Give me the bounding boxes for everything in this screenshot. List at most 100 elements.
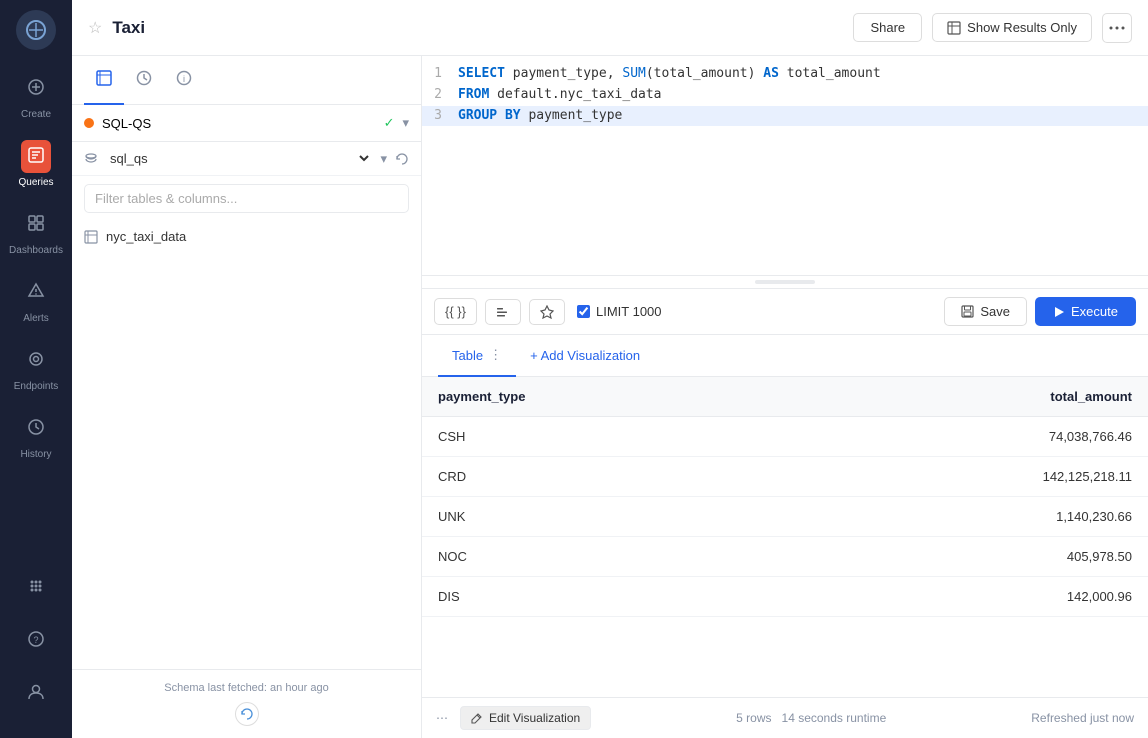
- schema-refresh-icon[interactable]: [395, 152, 409, 166]
- nav-dashboards-label: Dashboards: [9, 245, 63, 256]
- nav-item-history[interactable]: History: [6, 404, 66, 468]
- show-results-button[interactable]: Show Results Only: [932, 13, 1092, 42]
- table-item-nyc-taxi[interactable]: nyc_taxi_data: [72, 221, 421, 252]
- format-icon: [496, 305, 510, 319]
- cell-payment-type: CRD: [422, 457, 782, 497]
- auto-icon: [540, 305, 554, 319]
- more-options-button[interactable]: [1102, 13, 1132, 43]
- edit-icon: [471, 712, 483, 724]
- sidebar-tab-history[interactable]: [124, 56, 164, 105]
- refreshed-time: Refreshed just now: [1031, 711, 1134, 725]
- nav-item-queries[interactable]: Queries: [6, 132, 66, 196]
- add-visualization-tab[interactable]: + Add Visualization: [516, 336, 654, 375]
- results-table[interactable]: payment_type total_amount CSH74,038,766.…: [422, 377, 1148, 697]
- nav-create-label: Create: [21, 109, 51, 120]
- execute-icon: [1053, 306, 1065, 318]
- results-tabs: Table ⋮ + Add Visualization: [422, 335, 1148, 377]
- col-header-total-amount: total_amount: [782, 377, 1148, 417]
- help-icon: ?: [21, 624, 51, 657]
- nav-endpoints-label: Endpoints: [14, 381, 58, 392]
- editor-panel[interactable]: 1 SELECT payment_type, SUM(total_amount)…: [422, 56, 1148, 276]
- col-header-payment-type: payment_type: [422, 377, 782, 417]
- nav-item-user[interactable]: [6, 669, 66, 718]
- drag-handle[interactable]: [422, 276, 1148, 289]
- footer-more-icon[interactable]: ⋯: [436, 711, 448, 725]
- svg-text:?: ?: [33, 635, 38, 645]
- table-row: CRD142,125,218.11: [422, 457, 1148, 497]
- editor-content: 1 SELECT payment_type, SUM(total_amount)…: [422, 56, 1148, 134]
- history-icon: [21, 412, 51, 445]
- schema-fetch-time: Schema last fetched: an hour ago: [164, 682, 329, 694]
- filter-input-wrap: [72, 176, 421, 221]
- nav-item-dashboards[interactable]: Dashboards: [6, 200, 66, 264]
- cell-total-amount: 74,038,766.46: [782, 417, 1148, 457]
- sidebar-tabs: i: [72, 56, 421, 105]
- nav-history-label: History: [20, 449, 51, 460]
- format-button[interactable]: [485, 299, 521, 325]
- svg-text:i: i: [183, 74, 185, 84]
- schema-chevron-icon[interactable]: ▾: [380, 151, 387, 167]
- save-button[interactable]: Save: [944, 297, 1027, 326]
- nav-item-grid[interactable]: [6, 563, 66, 612]
- limit-label: LIMIT 1000: [596, 304, 662, 319]
- editor-line-1: 1 SELECT payment_type, SUM(total_amount)…: [422, 64, 1148, 85]
- line-number-3: 3: [422, 106, 458, 127]
- datasource-name: SQL-QS: [102, 116, 376, 131]
- star-icon[interactable]: ☆: [88, 18, 102, 38]
- top-bar: ☆ Taxi Share Show Results Only: [72, 0, 1148, 56]
- sidebar-footer: Schema last fetched: an hour ago: [72, 669, 421, 738]
- results-tab-table[interactable]: Table ⋮: [438, 335, 516, 377]
- cell-total-amount: 405,978.50: [782, 537, 1148, 577]
- auto-button[interactable]: [529, 299, 565, 325]
- table-row: UNK1,140,230.66: [422, 497, 1148, 537]
- content-area: i SQL-QS ✓ ▾ sql_qs ▾: [72, 56, 1148, 738]
- results-footer: ⋯ Edit Visualization 5 rows 14 seconds r…: [422, 697, 1148, 738]
- execute-button[interactable]: Execute: [1035, 297, 1136, 326]
- cell-total-amount: 142,125,218.11: [782, 457, 1148, 497]
- tab-options-icon[interactable]: ⋮: [489, 347, 502, 363]
- results-area: Table ⋮ + Add Visualization payment_type…: [422, 335, 1148, 738]
- schema-select[interactable]: sql_qs: [106, 150, 372, 167]
- ellipsis-icon: [1109, 26, 1125, 30]
- nav-item-help[interactable]: ?: [6, 616, 66, 665]
- limit-checkbox[interactable]: [577, 305, 590, 318]
- nav-item-create[interactable]: Create: [6, 64, 66, 128]
- main-content: ☆ Taxi Share Show Results Only: [72, 0, 1148, 738]
- app-logo: [16, 10, 56, 50]
- limit-check: LIMIT 1000: [577, 304, 662, 319]
- sidebar-tab-schema[interactable]: [84, 56, 124, 105]
- sidebar: i SQL-QS ✓ ▾ sql_qs ▾: [72, 56, 422, 738]
- datasource-selector[interactable]: SQL-QS ✓ ▾: [72, 105, 421, 142]
- nav-item-endpoints[interactable]: Endpoints: [6, 336, 66, 400]
- sidebar-tab-info[interactable]: i: [164, 56, 204, 105]
- share-button[interactable]: Share: [853, 13, 922, 42]
- cell-payment-type: NOC: [422, 537, 782, 577]
- rows-info: 5 rows 14 seconds runtime: [736, 711, 886, 725]
- datasource-connected-icon: ✓: [384, 115, 395, 131]
- datasource-chevron-icon[interactable]: ▾: [402, 115, 409, 131]
- data-table: payment_type total_amount CSH74,038,766.…: [422, 377, 1148, 617]
- filter-input[interactable]: [84, 184, 409, 213]
- cell-payment-type: CSH: [422, 417, 782, 457]
- line-number-2: 2: [422, 85, 458, 106]
- nav-item-alerts[interactable]: Alerts: [6, 268, 66, 332]
- edit-visualization-button[interactable]: Edit Visualization: [460, 706, 591, 730]
- table-schema-icon: [84, 230, 98, 244]
- user-icon: [21, 677, 51, 710]
- save-icon: [961, 305, 974, 318]
- alerts-icon: [21, 276, 51, 309]
- scroll-indicator: [755, 280, 815, 284]
- table-row: NOC405,978.50: [422, 537, 1148, 577]
- table-name: nyc_taxi_data: [106, 229, 186, 244]
- editor-line-2: 2 FROM default.nyc_taxi_data: [422, 85, 1148, 106]
- cell-total-amount: 142,000.96: [782, 577, 1148, 617]
- refresh-schema-button[interactable]: [235, 702, 259, 726]
- template-button[interactable]: {{ }}: [434, 298, 477, 325]
- cell-total-amount: 1,140,230.66: [782, 497, 1148, 537]
- line-number-1: 1: [422, 64, 458, 85]
- editor-line-3: 3 GROUP BY payment_type: [422, 106, 1148, 127]
- table-icon: [947, 21, 961, 35]
- toolbar: {{ }} LIMIT 1000: [422, 289, 1148, 335]
- cell-payment-type: DIS: [422, 577, 782, 617]
- queries-icon: [21, 140, 51, 173]
